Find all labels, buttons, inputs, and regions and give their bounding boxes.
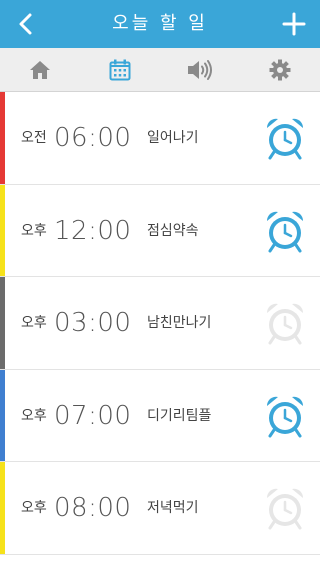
time-label: 07:00 bbox=[54, 400, 132, 431]
category-color-bar bbox=[0, 369, 5, 462]
back-button[interactable] bbox=[8, 6, 44, 42]
alarm-clock-icon bbox=[266, 303, 304, 345]
task-label: 저녁먹기 bbox=[147, 500, 199, 517]
list-item[interactable]: 오후 08:00 저녁먹기 bbox=[0, 462, 320, 555]
time-label: 08:00 bbox=[54, 493, 132, 524]
task-label: 일어나기 bbox=[147, 130, 199, 146]
tab-settings[interactable] bbox=[240, 48, 320, 91]
app-header: 오늘 할 일 bbox=[0, 0, 320, 48]
alarm-toggle[interactable] bbox=[264, 116, 306, 160]
alarm-toggle[interactable] bbox=[264, 301, 306, 345]
list-item[interactable]: 오후 07:00 디기리팀플 bbox=[0, 369, 320, 463]
home-icon bbox=[30, 60, 50, 79]
gear-icon bbox=[269, 59, 291, 80]
tab-calendar[interactable] bbox=[80, 48, 160, 91]
ampm-label: 오후 bbox=[21, 407, 47, 424]
ampm-label: 오후 bbox=[21, 500, 47, 517]
list-item[interactable]: 오후 12:00 점심약속 bbox=[0, 184, 320, 278]
category-color-bar bbox=[0, 184, 5, 277]
task-label: 남친만나기 bbox=[147, 315, 212, 332]
tab-home[interactable] bbox=[0, 48, 80, 91]
alarm-clock-icon bbox=[266, 396, 304, 438]
todo-list: 오전 06:00 일어나기 오후 12:00 점심약속 오후 03:00 남친만… bbox=[0, 92, 320, 555]
alarm-clock-icon bbox=[266, 489, 304, 530]
alarm-toggle[interactable] bbox=[264, 394, 306, 438]
alarm-toggle[interactable] bbox=[264, 209, 306, 253]
alarm-clock-icon bbox=[266, 118, 304, 160]
list-item[interactable]: 오후 03:00 남친만나기 bbox=[0, 277, 320, 370]
calendar-icon bbox=[109, 59, 131, 80]
category-color-bar bbox=[0, 462, 5, 554]
task-label: 점심약속 bbox=[147, 222, 199, 239]
alarm-toggle[interactable] bbox=[264, 486, 306, 530]
speaker-icon bbox=[188, 59, 212, 80]
time-label: 03:00 bbox=[54, 308, 132, 339]
ampm-label: 오후 bbox=[21, 222, 47, 239]
time-label: 06:00 bbox=[54, 123, 132, 153]
tab-sound[interactable] bbox=[160, 48, 240, 91]
ampm-label: 오후 bbox=[21, 315, 47, 332]
chevron-left-icon bbox=[19, 13, 32, 35]
tab-bar bbox=[0, 48, 320, 92]
ampm-label: 오전 bbox=[21, 130, 47, 146]
category-color-bar bbox=[0, 92, 5, 184]
time-label: 12:00 bbox=[54, 215, 132, 246]
task-label: 디기리팀플 bbox=[147, 407, 212, 424]
plus-icon bbox=[282, 12, 306, 36]
alarm-clock-icon bbox=[266, 211, 304, 253]
page-title: 오늘 할 일 bbox=[112, 13, 208, 34]
add-button[interactable] bbox=[276, 6, 312, 42]
category-color-bar bbox=[0, 277, 5, 369]
list-item[interactable]: 오전 06:00 일어나기 bbox=[0, 92, 320, 185]
